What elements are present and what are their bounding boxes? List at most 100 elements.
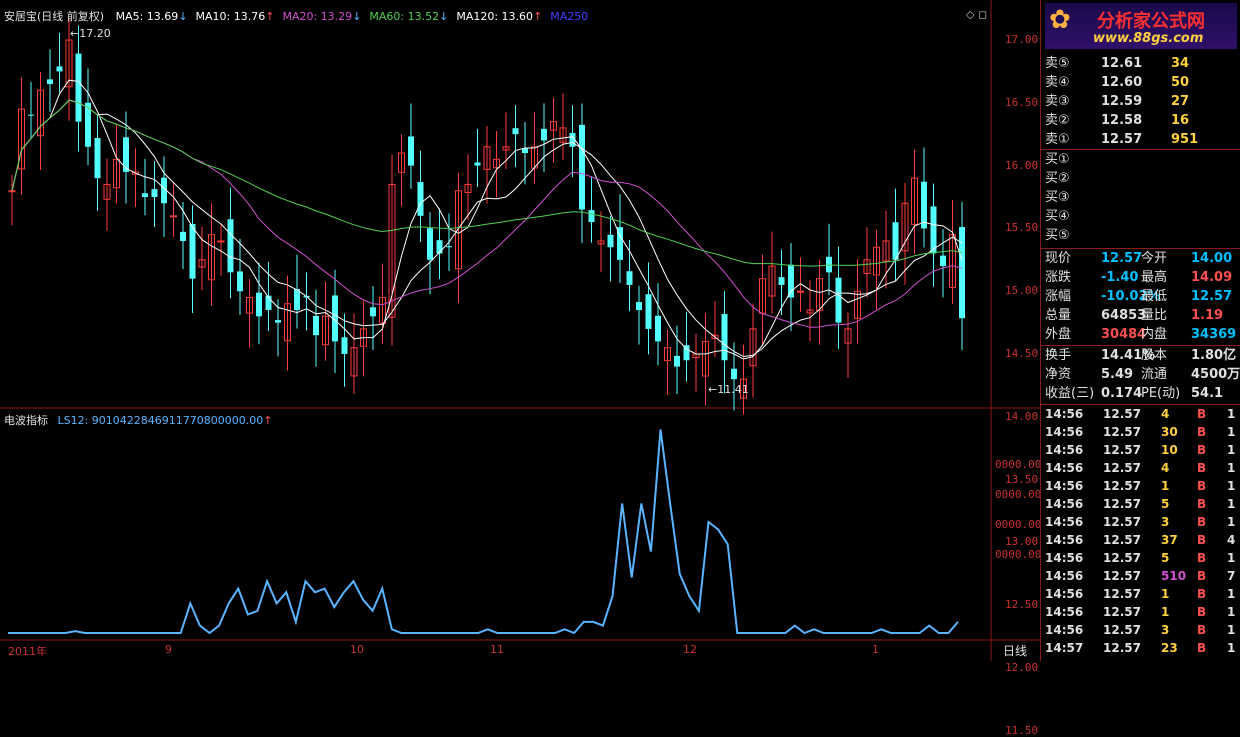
chart-header: 安居宝(日线 前复权) MA5: 13.69↓ MA10: 13.76↑ MA20:… <box>4 8 588 24</box>
bid-row: 买④ <box>1045 209 1070 224</box>
indicator-name: 电波指标 <box>4 414 48 427</box>
candle-body <box>921 181 927 229</box>
stat-row: 收益(三) 0.174 PE(动) 54.1 <box>1045 386 1224 401</box>
ma-label-1: MA10: 13.76↑ <box>195 10 275 23</box>
ask-row: 卖④ 12.60 50 <box>1045 75 1190 90</box>
ma-label-0: MA5: 13.69↓ <box>115 10 188 23</box>
ma-label-3: MA60: 13.52↓ <box>369 10 449 23</box>
candle-body <box>180 231 186 241</box>
candle-body <box>588 210 595 223</box>
bid-row: 买② <box>1045 171 1070 186</box>
price-tick: 11.50 <box>1005 723 1039 737</box>
ask-row: 卖① 12.57 951 <box>1045 132 1199 147</box>
stat-row: 换手 14.41% 股本 1.80亿 <box>1045 348 1237 363</box>
candle-body <box>56 66 63 72</box>
candle-body <box>28 114 34 116</box>
candlestick-chart[interactable] <box>0 0 1040 661</box>
price-tick: 12.50 <box>1005 598 1039 612</box>
stat-row: 涨幅 -10.02% 最低 12.57 <box>1045 289 1233 304</box>
flower-icon: ✿ <box>1049 5 1071 35</box>
candle-body <box>778 277 785 285</box>
indicator-tick: 0000.00 <box>995 518 1042 531</box>
tick-row: 14:56 12.57 510 B 7 <box>1045 569 1236 583</box>
candle-body <box>835 277 842 323</box>
price-tick: 15.00 <box>1005 284 1039 298</box>
period-label[interactable]: 日线 <box>1003 642 1027 659</box>
ma-label-4: MA120: 13.60↑ <box>456 10 543 23</box>
candle-body <box>417 182 424 216</box>
date-tick: 11 <box>490 643 504 656</box>
candle-body <box>892 222 899 260</box>
candle-body <box>636 302 642 311</box>
candle-body <box>541 128 547 141</box>
date-tick: 9 <box>165 643 172 656</box>
stat-row: 外盘 30484 内盘 34369 <box>1045 327 1237 342</box>
candle-body <box>47 79 53 84</box>
ask-row: 卖② 12.58 16 <box>1045 113 1190 128</box>
quote-panel: ✿ 分析家公式网 www.88gs.com 卖⑤ 12.61 34 卖④ 12.60 50… <box>1040 0 1240 661</box>
candle-body <box>8 190 16 193</box>
tick-row: 14:57 12.57 23 B 1 <box>1045 641 1236 655</box>
candle-body <box>721 313 728 361</box>
candle-body <box>94 138 101 179</box>
candle-body <box>446 246 452 248</box>
bid-row: 买⑤ <box>1045 228 1070 243</box>
candle-body <box>217 240 225 243</box>
ma-label-5: MA250 <box>550 10 589 23</box>
candle-body <box>674 355 680 367</box>
price-tick: 16.00 <box>1005 158 1039 172</box>
candle-body <box>151 189 158 197</box>
indicator-tick: 0000.00 <box>995 488 1042 501</box>
candle-body <box>142 193 148 197</box>
stat-row: 现价 12.57 今开 14.00 <box>1045 251 1233 266</box>
bid-row: 买③ <box>1045 190 1070 205</box>
price-tick: 13.00 <box>1005 535 1039 549</box>
candle-body <box>436 240 443 254</box>
candle-body <box>75 53 82 122</box>
date-tick: 2011年 <box>8 645 47 658</box>
tick-row: 14:56 12.57 1 B 1 <box>1045 605 1236 619</box>
tick-row: 14:56 12.57 5 B 1 <box>1045 551 1236 565</box>
price-tick: 14.00 <box>1005 409 1039 423</box>
tick-row: 14:56 12.57 1 B 1 <box>1045 587 1236 601</box>
tick-row: 14:56 12.57 30 B 1 <box>1045 425 1236 439</box>
candle-body <box>313 315 319 336</box>
candle-body <box>731 368 737 380</box>
stat-row: 总量 64853 量比 1.19 <box>1045 308 1224 323</box>
candle-body <box>341 337 348 354</box>
high-price-marker: ←17.20 <box>70 27 111 40</box>
candle-body <box>275 320 281 323</box>
tick-row: 14:56 12.57 4 B 1 <box>1045 461 1236 475</box>
low-price-marker: ←11.41 <box>708 383 749 396</box>
date-tick: 12 <box>683 643 697 656</box>
candle-body <box>959 227 965 319</box>
candle-body <box>370 307 376 317</box>
ask-row: 卖③ 12.59 27 <box>1045 94 1190 109</box>
candle-body <box>626 271 633 285</box>
tick-row: 14:56 12.57 1 B 1 <box>1045 479 1236 493</box>
candle-body <box>579 124 585 210</box>
price-tick: 16.50 <box>1005 95 1039 109</box>
candle-body <box>474 162 481 166</box>
candle-body <box>683 345 690 361</box>
indicator-tick: 0000.00 <box>995 458 1042 471</box>
candle-body <box>170 215 177 218</box>
candle-body <box>294 289 300 311</box>
candle-body <box>512 128 519 135</box>
stat-row: 净资 5.49 流通 4500万 <box>1045 367 1240 382</box>
site-logo: ✿ 分析家公式网 www.88gs.com <box>1045 3 1237 49</box>
price-tick: 14.50 <box>1005 347 1039 360</box>
stock-title: 安居宝(日线 前复权) <box>4 10 105 23</box>
candle-body <box>227 219 234 273</box>
indicator-value: LS12: 9010422846911770800000.00 <box>57 414 264 427</box>
tick-row: 14:56 12.57 3 B 1 <box>1045 515 1236 529</box>
indicator-tick: 0000.00 <box>995 548 1042 561</box>
chart-control-icons[interactable]: ◇ ◻ <box>966 8 987 21</box>
date-tick: 10 <box>350 643 364 656</box>
date-tick: 1 <box>872 643 879 656</box>
tick-row: 14:56 12.57 3 B 1 <box>1045 623 1236 637</box>
price-tick: 12.00 <box>1005 661 1039 674</box>
price-tick: 17.00 <box>1005 33 1039 46</box>
tick-row: 14:56 12.57 37 B 4 <box>1045 533 1236 547</box>
candle-body <box>237 271 243 292</box>
